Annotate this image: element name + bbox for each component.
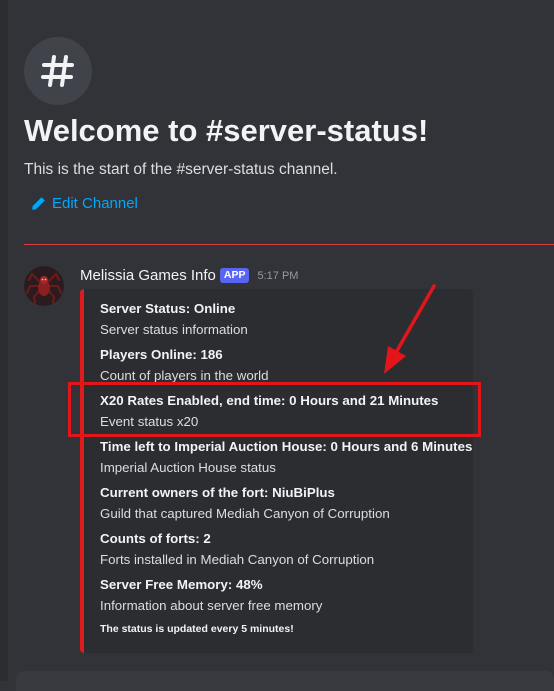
embed-field-fort-count: Counts of forts: 2 Forts installed in Me…	[100, 530, 374, 569]
message-composer[interactable]	[16, 671, 554, 691]
field-value: Information about server free memory	[100, 598, 323, 613]
field-value: Guild that captured Mediah Canyon of Cor…	[100, 506, 390, 521]
avatar[interactable]	[24, 266, 64, 306]
field-value: Count of players in the world	[100, 368, 269, 383]
left-panel-edge	[0, 0, 8, 681]
field-name: Counts of forts: 2	[100, 531, 211, 546]
field-name: Server Status: Online	[100, 301, 236, 316]
field-value: Forts installed in Mediah Canyon of Corr…	[100, 552, 375, 567]
message-header: Melissia Games Info APP 5:17 PM	[80, 267, 298, 284]
field-name: Server Free Memory: 48%	[100, 577, 263, 592]
embed-field-server-status: Server Status: Online Server status info…	[100, 300, 248, 339]
field-name: Current owners of the fort: NiuBiPlus	[100, 485, 335, 500]
edit-channel-label: Edit Channel	[52, 195, 138, 212]
app-badge: APP	[219, 268, 250, 283]
field-value: Imperial Auction House status	[100, 460, 276, 475]
field-name: Players Online: 186	[100, 347, 223, 362]
embed-footer: The status is updated every 5 minutes!	[100, 623, 294, 635]
embed-field-auction-house: Time left to Imperial Auction House: 0 H…	[100, 438, 472, 477]
hash-icon	[41, 55, 74, 87]
spider-avatar-icon	[24, 266, 64, 306]
field-value: Event status x20	[100, 414, 199, 429]
welcome-title: Welcome to #server-status!	[24, 113, 429, 148]
channel-hash-icon	[24, 37, 92, 105]
field-name: Time left to Imperial Auction House: 0 H…	[100, 439, 473, 454]
embed-field-fort-owners: Current owners of the fort: NiuBiPlus Gu…	[100, 484, 390, 523]
pencil-icon	[32, 197, 45, 210]
welcome-subtitle: This is the start of the #server-status …	[24, 161, 338, 178]
message-timestamp: 5:17 PM	[257, 269, 299, 282]
field-name: X20 Rates Enabled, end time: 0 Hours and…	[100, 393, 439, 408]
embed-field-players-online: Players Online: 186 Count of players in …	[100, 346, 269, 385]
embed-field-x20-rates: X20 Rates Enabled, end time: 0 Hours and…	[100, 392, 438, 431]
status-embed: Server Status: Online Server status info…	[80, 289, 473, 653]
field-value: Server status information	[100, 322, 248, 337]
embed-field-free-memory: Server Free Memory: 48% Information abou…	[100, 576, 322, 615]
author-name[interactable]: Melissia Games Info	[80, 267, 216, 284]
new-messages-divider	[24, 244, 554, 245]
edit-channel-button[interactable]: Edit Channel	[31, 195, 138, 212]
